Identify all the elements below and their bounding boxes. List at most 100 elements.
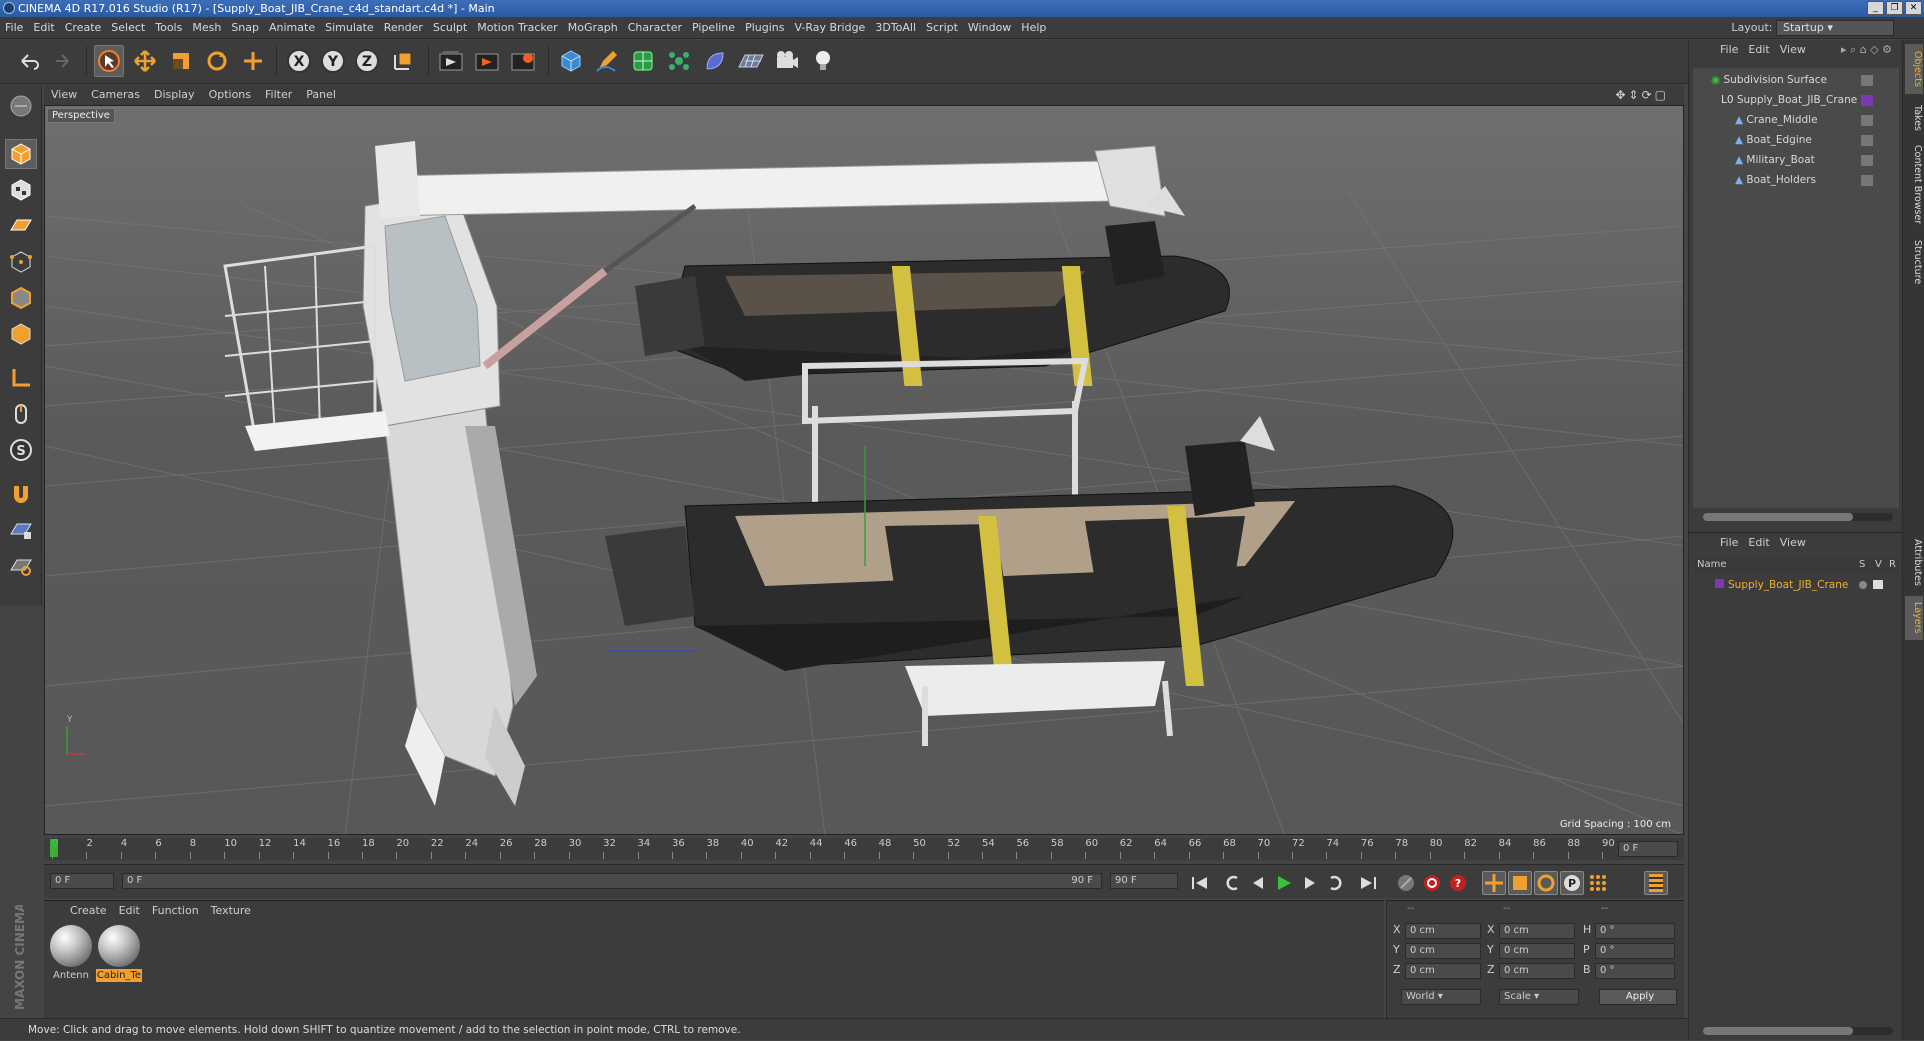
z-axis-icon[interactable]: Z — [352, 45, 382, 77]
size-z-field[interactable]: 0 cm — [1499, 963, 1575, 979]
position-z-field[interactable]: 0 cm — [1405, 963, 1481, 979]
menu-3dtoall[interactable]: 3DToAll — [870, 17, 921, 39]
texture-mode-icon[interactable] — [5, 175, 37, 205]
autokeying-icon[interactable] — [1420, 871, 1444, 895]
menu-tools[interactable]: Tools — [150, 17, 187, 39]
scale-icon[interactable] — [166, 45, 196, 77]
magnet-icon[interactable] — [5, 479, 37, 509]
layout-dropdown[interactable]: Startup ▾ — [1776, 20, 1894, 36]
previous-key-icon[interactable] — [1220, 871, 1244, 895]
workplane-icon[interactable] — [5, 211, 37, 241]
menu-select[interactable]: Select — [106, 17, 150, 39]
menu-vray-bridge[interactable]: V-Ray Bridge — [789, 17, 870, 39]
size-y-field[interactable]: 0 cm — [1499, 943, 1575, 959]
layer-manager-scrollbar[interactable] — [1703, 1027, 1893, 1035]
next-key-icon[interactable] — [1324, 871, 1348, 895]
previous-frame-icon[interactable] — [1246, 871, 1270, 895]
tab-content-browser[interactable]: Content Browser — [1905, 140, 1923, 230]
rotate-icon[interactable] — [202, 45, 232, 77]
viewport-menu-view[interactable]: View — [44, 85, 84, 105]
record-keys-icon[interactable] — [1394, 871, 1418, 895]
locked-workplane-icon[interactable] — [5, 515, 37, 545]
start-frame-field[interactable]: 0 F — [50, 873, 114, 889]
menu-pipeline[interactable]: Pipeline — [687, 17, 740, 39]
go-to-end-icon[interactable] — [1356, 871, 1380, 895]
minimize-button[interactable]: _ — [1867, 1, 1884, 15]
menu-motion-tracker[interactable]: Motion Tracker — [472, 17, 562, 39]
menu-render[interactable]: Render — [379, 17, 428, 39]
tab-objects[interactable]: Objects — [1905, 44, 1923, 94]
render-settings-icon[interactable] — [508, 45, 538, 77]
menu-script[interactable]: Script — [921, 17, 963, 39]
model-mode-icon[interactable] — [5, 139, 37, 169]
close-button[interactable]: ✕ — [1905, 1, 1922, 15]
menu-sculpt[interactable]: Sculpt — [428, 17, 472, 39]
rotation-p-field[interactable]: 0 ° — [1595, 943, 1675, 959]
menu-plugins[interactable]: Plugins — [740, 17, 789, 39]
object-row[interactable]: ▲ Boat_Holders — [1693, 170, 1899, 190]
snap-icon[interactable]: S — [5, 435, 37, 465]
viewport-nav-icons[interactable]: ✥⇕⟳▢ — [1608, 85, 1676, 105]
menu-edit[interactable]: Edit — [28, 17, 59, 39]
viewport-menu-filter[interactable]: Filter — [258, 85, 299, 105]
menu-animate[interactable]: Animate — [264, 17, 320, 39]
object-manager-tools-icon[interactable]: ▸ ⌕ ⌂ ◇ ⚙ — [1836, 40, 1897, 60]
menu-snap[interactable]: Snap — [226, 17, 264, 39]
keyframe-selection-icon[interactable]: ? — [1446, 871, 1470, 895]
menu-create[interactable]: Create — [60, 17, 107, 39]
y-axis-icon[interactable]: Y — [318, 45, 348, 77]
key-scale-icon[interactable] — [1508, 871, 1532, 895]
layer-solo-toggle[interactable] — [1859, 581, 1867, 589]
object-menu-file[interactable]: File — [1715, 43, 1743, 56]
viewport-menu-display[interactable]: Display — [147, 85, 202, 105]
coordinate-space-dropdown[interactable]: World ▾ — [1401, 989, 1481, 1005]
object-manager-scrollbar[interactable] — [1703, 513, 1893, 521]
tab-attributes[interactable]: Attributes — [1905, 532, 1923, 592]
material-menu-texture[interactable]: Texture — [205, 904, 257, 917]
go-to-start-icon[interactable] — [1188, 871, 1212, 895]
menu-help[interactable]: Help — [1016, 17, 1051, 39]
layer-visible-toggle[interactable] — [1873, 580, 1883, 589]
viewport-menu-cameras[interactable]: Cameras — [84, 85, 147, 105]
tweak-mode-icon[interactable] — [5, 399, 37, 429]
pen-icon[interactable] — [592, 45, 622, 77]
tab-layers[interactable]: Layers — [1905, 596, 1923, 640]
current-frame-field[interactable]: 0 F — [1618, 841, 1678, 857]
tab-structure[interactable]: Structure — [1905, 234, 1923, 290]
key-parameter-icon[interactable]: P — [1560, 871, 1584, 895]
cube-icon[interactable] — [556, 45, 586, 77]
viewport-perspective[interactable]: Y Perspective Grid Spacing : 100 cm — [44, 105, 1684, 835]
render-view-icon[interactable] — [436, 45, 466, 77]
apply-button[interactable]: Apply — [1599, 989, 1677, 1005]
subdivision-icon[interactable] — [628, 45, 658, 77]
position-x-field[interactable]: 0 cm — [1405, 923, 1481, 939]
play-forward-icon[interactable] — [1272, 871, 1296, 895]
material-swatch[interactable]: Cabin_Te — [96, 925, 142, 982]
key-rotation-icon[interactable] — [1534, 871, 1558, 895]
points-mode-icon[interactable] — [5, 247, 37, 277]
menu-mesh[interactable]: Mesh — [187, 17, 226, 39]
key-position-icon[interactable] — [1482, 871, 1506, 895]
menu-character[interactable]: Character — [623, 17, 687, 39]
camera-icon[interactable] — [772, 45, 802, 77]
object-row[interactable]: ▲ Boat_Edgine — [1693, 130, 1899, 150]
viewport-menu-options[interactable]: Options — [202, 85, 258, 105]
material-menu-function[interactable]: Function — [146, 904, 205, 917]
coordinate-system-icon[interactable] — [388, 45, 418, 77]
timeline-ruler[interactable]: 0246810121416182022242628303234363840424… — [44, 838, 1684, 860]
recent-tool-icon[interactable] — [238, 45, 268, 77]
preview-range-slider[interactable]: 0 F 90 F — [122, 873, 1102, 889]
object-row[interactable]: ◉ Subdivision Surface — [1693, 70, 1899, 90]
floor-icon[interactable] — [736, 45, 766, 77]
position-y-field[interactable]: 0 cm — [1405, 943, 1481, 959]
menu-simulate[interactable]: Simulate — [320, 17, 379, 39]
menu-file[interactable]: File — [0, 17, 28, 39]
end-frame-field[interactable]: 90 F — [1110, 873, 1178, 889]
object-row[interactable]: ▲ Crane_Middle — [1693, 110, 1899, 130]
size-x-field[interactable]: 0 cm — [1499, 923, 1575, 939]
move-icon[interactable] — [130, 45, 160, 77]
layer-menu-view[interactable]: View — [1775, 536, 1811, 549]
deformer-icon[interactable] — [700, 45, 730, 77]
undo-icon[interactable] — [14, 45, 44, 77]
object-menu-edit[interactable]: Edit — [1743, 43, 1774, 56]
